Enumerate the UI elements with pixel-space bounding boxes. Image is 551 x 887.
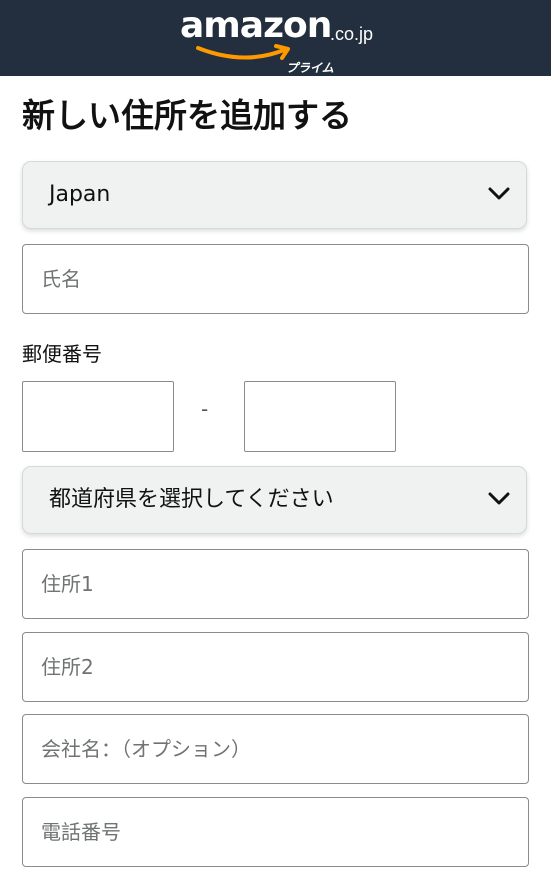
page-title: 新しい住所を追加する: [22, 96, 352, 135]
phone-input[interactable]: [22, 797, 529, 867]
prefecture-select[interactable]: 都道府県を選択してください: [22, 466, 527, 534]
chevron-down-icon: [488, 187, 510, 200]
prefecture-select-value: 都道府県を選択してください: [49, 487, 334, 512]
header-bar: amazon .co.jp プライム: [0, 0, 551, 76]
chevron-down-icon: [488, 492, 510, 505]
address-line2-input[interactable]: [22, 632, 529, 702]
postal-code-second-input[interactable]: [244, 381, 396, 452]
amazon-smile-icon: [196, 44, 290, 60]
postal-code-label: 郵便番号: [22, 342, 102, 366]
address-line1-input[interactable]: [22, 549, 529, 619]
postal-code-first-input[interactable]: [22, 381, 174, 452]
company-input[interactable]: [22, 714, 529, 784]
logo-wordmark: amazon: [180, 5, 332, 46]
logo-prime: プライム: [286, 61, 334, 75]
country-select-value: Japan: [49, 182, 111, 207]
postal-code-separator: -: [201, 397, 209, 421]
logo-domain: .co.jp: [330, 24, 374, 44]
full-name-input[interactable]: [22, 244, 529, 314]
country-select[interactable]: Japan: [22, 161, 527, 229]
amazon-logo[interactable]: amazon .co.jp プライム: [180, 6, 380, 76]
